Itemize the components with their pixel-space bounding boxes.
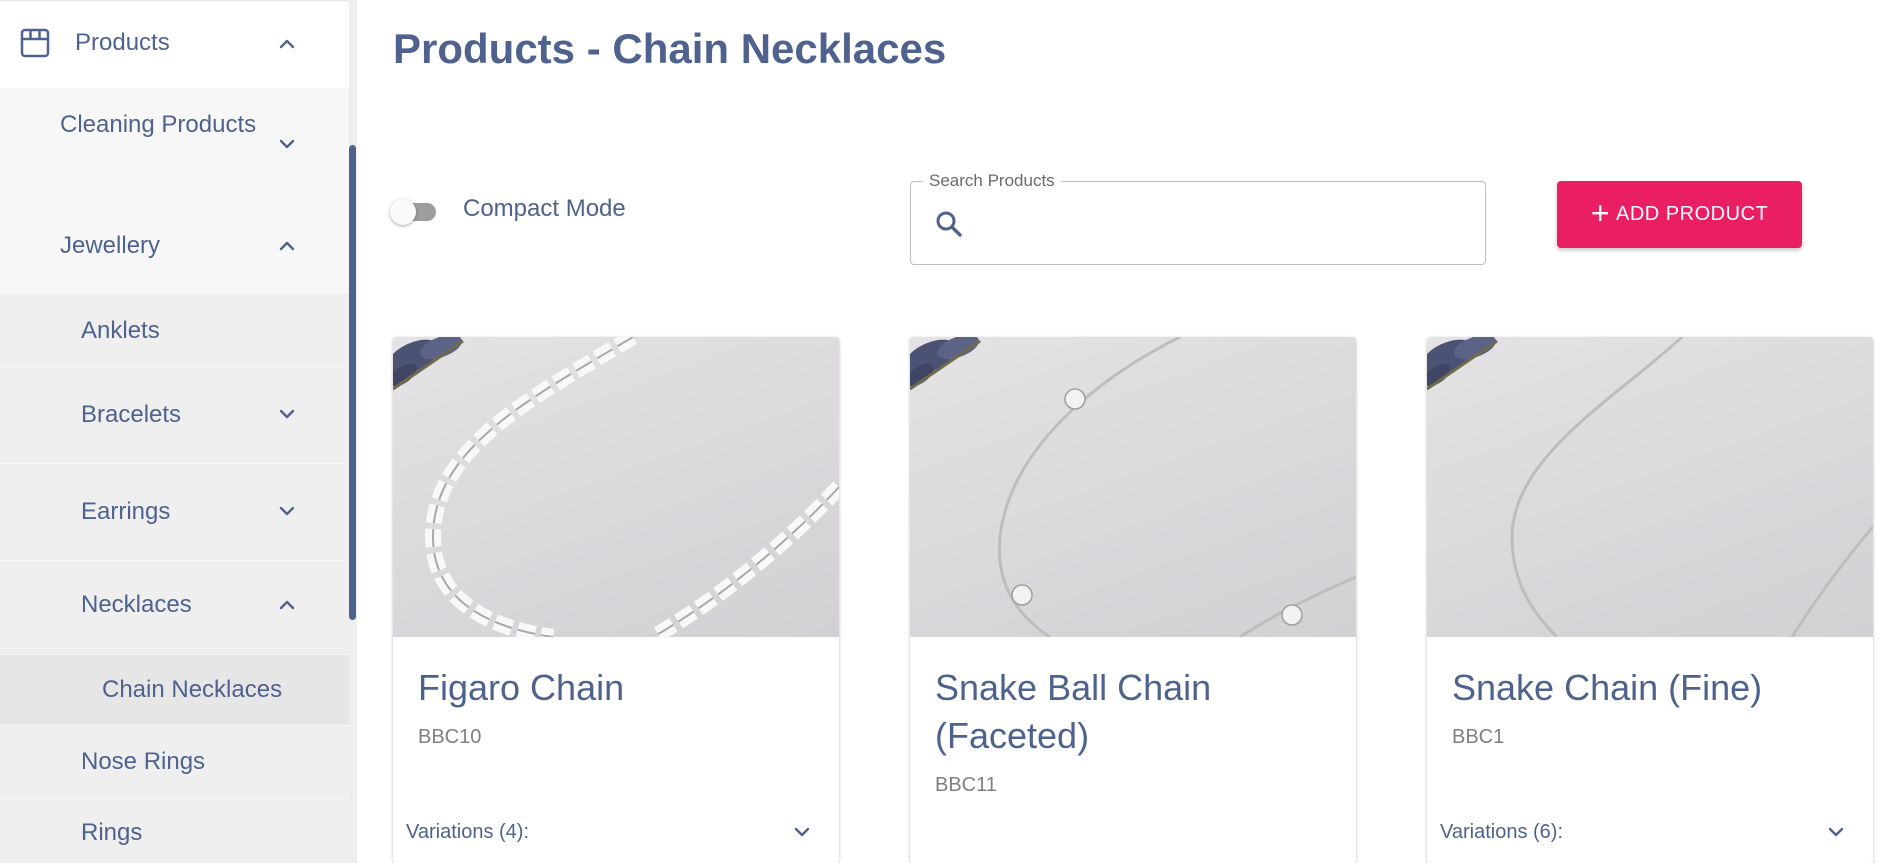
- search-input[interactable]: [977, 202, 1467, 246]
- sidebar-item-label: Products: [75, 29, 170, 56]
- sidebar-item-label: Nose Rings: [81, 748, 206, 775]
- product-name: Snake Chain (Fine): [1452, 667, 1763, 708]
- add-product-button[interactable]: + ADD PRODUCT: [1557, 181, 1802, 248]
- store-icon: [20, 28, 50, 58]
- sidebar-item-earrings[interactable]: Earrings: [0, 464, 349, 560]
- chevron-down-icon: [274, 401, 300, 427]
- sidebar-item-bracelets[interactable]: Bracelets: [0, 367, 349, 463]
- search-label: Search Products: [923, 171, 1061, 191]
- sidebar-item-rings[interactable]: Rings: [0, 799, 349, 863]
- sidebar-item-products[interactable]: Products: [0, 2, 349, 88]
- compact-mode-label: Compact Mode: [463, 195, 626, 222]
- product-name: Snake Ball Chain (Faceted): [935, 667, 1212, 756]
- product-sku: BBC10: [418, 726, 482, 748]
- page-title-category: Chain Necklaces: [612, 25, 947, 72]
- product-card[interactable]: Figaro Chain BBC10 Variations (4):: [393, 337, 839, 863]
- chevron-down-icon: [274, 498, 300, 524]
- product-image: [393, 337, 839, 637]
- chevron-up-icon: [274, 233, 300, 259]
- variations-label: Variations (4):: [406, 820, 530, 843]
- product-name: Figaro Chain: [418, 667, 625, 708]
- sidebar: Products Cleaning Products Jewellery Ank…: [0, 0, 349, 863]
- product-sku: BBC11: [935, 774, 997, 796]
- compact-mode-toggle[interactable]: [390, 198, 446, 226]
- sidebar-item-chain-necklaces[interactable]: Chain Necklaces: [0, 655, 349, 725]
- chevron-down-icon: [794, 827, 810, 837]
- sidebar-item-label: Anklets: [81, 317, 160, 344]
- search-field[interactable]: Search Products: [910, 171, 1486, 265]
- product-image: [1427, 337, 1873, 637]
- sidebar-item-label: Earrings: [81, 498, 171, 525]
- page-title-prefix: Products -: [393, 25, 613, 72]
- sidebar-item-label: Rings: [81, 819, 143, 846]
- sidebar-scrollbar-thumb[interactable]: [349, 145, 356, 620]
- page-title: Products - Chain Necklaces: [393, 25, 946, 73]
- add-product-label: ADD PRODUCT: [1616, 203, 1769, 225]
- sidebar-item-label: Chain Necklaces: [102, 676, 283, 703]
- variations-expander[interactable]: Variations (4):: [406, 812, 826, 852]
- variations-label: Variations (6):: [1440, 820, 1564, 843]
- sidebar-item-label: Necklaces: [81, 591, 192, 618]
- plus-icon: +: [1590, 195, 1610, 231]
- sidebar-item-necklaces[interactable]: Necklaces: [0, 561, 349, 654]
- toggle-thumb: [390, 199, 416, 225]
- chevron-up-icon: [274, 31, 300, 57]
- product-card[interactable]: Snake Chain (Fine) BBC1 Variations (6):: [1427, 337, 1873, 863]
- product-image: [910, 337, 1356, 637]
- sidebar-item-anklets[interactable]: Anklets: [0, 294, 349, 366]
- sidebar-item-nose-rings[interactable]: Nose Rings: [0, 726, 349, 798]
- chevron-up-icon: [274, 592, 300, 618]
- product-card[interactable]: Snake Ball Chain (Faceted) BBC11: [910, 337, 1356, 863]
- chevron-down-icon: [1828, 827, 1844, 837]
- search-icon: [936, 211, 962, 237]
- lavender-decoration: [393, 337, 464, 391]
- product-sku: BBC1: [1452, 726, 1505, 748]
- sidebar-item-label: Jewellery: [60, 232, 161, 259]
- variations-expander[interactable]: Variations (6):: [1440, 812, 1860, 852]
- sidebar-item-label: Cleaning Products: [60, 111, 257, 138]
- sidebar-item-cleaning-products[interactable]: Cleaning Products: [0, 89, 349, 199]
- lavender-decoration: [910, 337, 981, 391]
- sidebar-item-jewellery[interactable]: Jewellery: [0, 200, 349, 293]
- lavender-decoration: [1427, 337, 1498, 391]
- chevron-down-icon: [274, 131, 300, 157]
- sidebar-item-label: Bracelets: [81, 401, 182, 428]
